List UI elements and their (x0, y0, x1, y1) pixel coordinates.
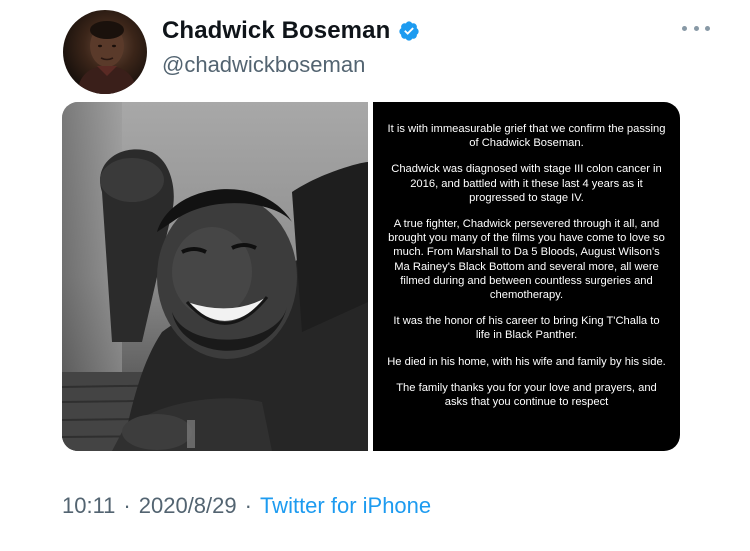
tweet-media: It is with immeasurable grief that we co… (62, 102, 680, 451)
tweet-source-link[interactable]: Twitter for iPhone (260, 493, 431, 519)
tweet-date[interactable]: 2020/8/29 (139, 493, 237, 519)
display-name[interactable]: Chadwick Boseman (162, 17, 390, 45)
more-horizontal-icon[interactable] (682, 20, 710, 36)
statement-image[interactable]: It is with immeasurable grief that we co… (373, 102, 680, 451)
verified-badge-icon (398, 20, 420, 42)
separator: · (123, 493, 131, 518)
more-dot (693, 25, 699, 31)
portrait-photo[interactable] (62, 102, 368, 451)
portrait-photo-image (62, 102, 368, 451)
tweet: Chadwick Boseman @chadwickboseman It is … (0, 0, 750, 551)
statement-paragraph: It was the honor of his career to bring … (393, 315, 660, 342)
tweet-header: Chadwick Boseman @chadwickboseman (60, 6, 710, 94)
statement-paragraph: A true fighter, Chadwick persevered thro… (388, 218, 665, 302)
tweet-time[interactable]: 10:11 (62, 493, 115, 519)
separator: · (244, 493, 252, 518)
more-dot (682, 25, 687, 31)
user-handle[interactable]: @chadwickboseman (162, 52, 420, 78)
statement-paragraph: It is with immeasurable grief that we co… (387, 123, 666, 150)
avatar[interactable] (63, 10, 147, 94)
user-names: Chadwick Boseman @chadwickboseman (162, 16, 420, 78)
name-row: Chadwick Boseman (162, 16, 420, 46)
statement-paragraph: He died in his home, with his wife and f… (387, 355, 666, 368)
statement-paragraph: Chadwick was diagnosed with stage III co… (391, 163, 662, 204)
tweet-metadata: 10:11 · 2020/8/29 · Twitter for iPhone (62, 493, 431, 519)
avatar-portrait-icon (77, 21, 137, 94)
more-dot (705, 25, 710, 31)
statement-paragraph: The family thanks you for your love and … (396, 381, 657, 409)
